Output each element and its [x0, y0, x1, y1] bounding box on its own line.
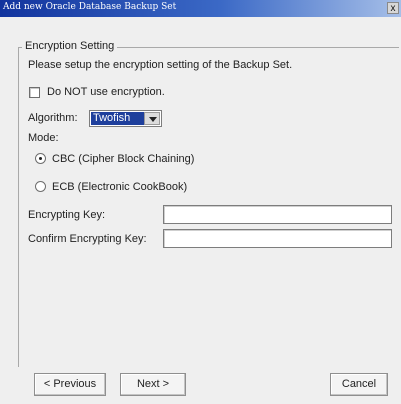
- algorithm-selected-value: Twofish: [91, 112, 144, 125]
- no-encryption-checkbox[interactable]: [29, 87, 40, 98]
- ecb-radio[interactable]: [35, 181, 46, 192]
- ecb-label[interactable]: ECB (Electronic CookBook): [52, 181, 187, 193]
- algorithm-select[interactable]: Twofish: [89, 110, 162, 127]
- algorithm-label: Algorithm:: [28, 112, 78, 124]
- previous-button[interactable]: < Previous: [34, 373, 106, 396]
- cbc-radio[interactable]: [35, 153, 46, 164]
- dialog-window: Add new Oracle Database Backup Set x Enc…: [0, 0, 401, 404]
- confirm-key-input[interactable]: [163, 229, 392, 248]
- group-description: Please setup the encryption setting of t…: [28, 59, 293, 71]
- encrypting-key-label: Encrypting Key:: [28, 209, 106, 221]
- next-button[interactable]: Next >: [120, 373, 186, 396]
- encrypting-key-input[interactable]: [163, 205, 392, 224]
- close-icon[interactable]: x: [387, 2, 399, 14]
- group-title: Encryption Setting: [22, 40, 118, 52]
- chevron-down-icon[interactable]: [144, 112, 160, 125]
- mode-label: Mode:: [28, 132, 59, 144]
- cancel-button[interactable]: Cancel: [330, 373, 388, 396]
- title-bar[interactable]: Add new Oracle Database Backup Set x: [0, 0, 401, 17]
- no-encryption-label[interactable]: Do NOT use encryption.: [47, 86, 165, 98]
- cbc-label[interactable]: CBC (Cipher Block Chaining): [52, 153, 194, 165]
- confirm-key-label: Confirm Encrypting Key:: [28, 233, 147, 245]
- window-title: Add new Oracle Database Backup Set: [3, 2, 177, 12]
